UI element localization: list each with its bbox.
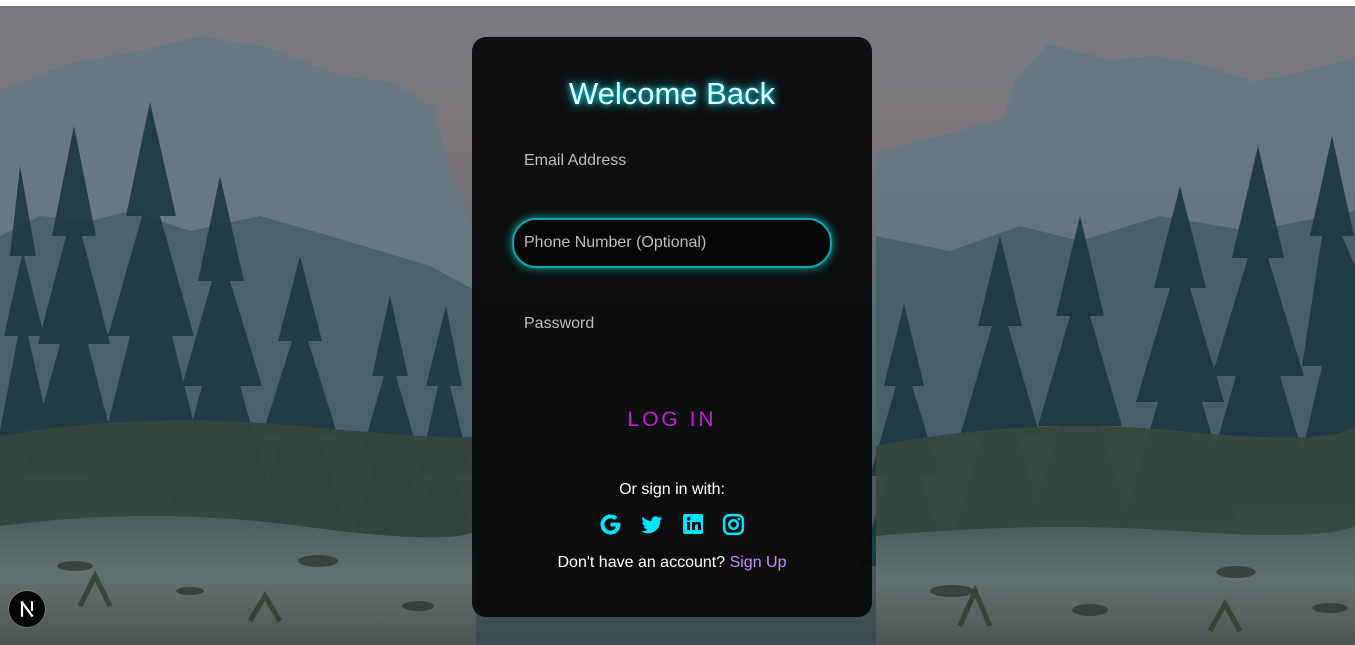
login-button[interactable]: LOG IN <box>592 397 752 443</box>
password-input[interactable] <box>512 299 832 349</box>
twitter-login-button[interactable] <box>637 510 665 538</box>
login-card: Welcome Back LOG IN Or sign in with: <box>472 37 872 617</box>
social-login-label: Or sign in with: <box>619 481 725 498</box>
instagram-icon <box>723 513 745 535</box>
linkedin-login-button[interactable] <box>679 510 707 538</box>
instagram-login-button[interactable] <box>720 510 748 538</box>
welcome-title: Welcome Back <box>568 76 776 111</box>
google-icon <box>600 514 620 534</box>
email-input[interactable] <box>512 136 832 186</box>
signup-prompt-line: Don't have an account? Sign Up <box>472 554 872 572</box>
nextjs-dev-badge[interactable] <box>9 591 45 627</box>
social-login-buttons <box>596 510 748 538</box>
google-login-button[interactable] <box>596 510 624 538</box>
phone-number-input[interactable] <box>512 218 832 268</box>
linkedin-icon <box>682 514 703 534</box>
signup-prompt-text: Don't have an account? <box>557 554 726 571</box>
login-page: Welcome Back LOG IN Or sign in with: <box>0 0 1355 645</box>
twitter-icon <box>641 515 663 533</box>
nextjs-icon <box>20 600 34 618</box>
signup-link[interactable]: Sign Up <box>730 554 787 571</box>
